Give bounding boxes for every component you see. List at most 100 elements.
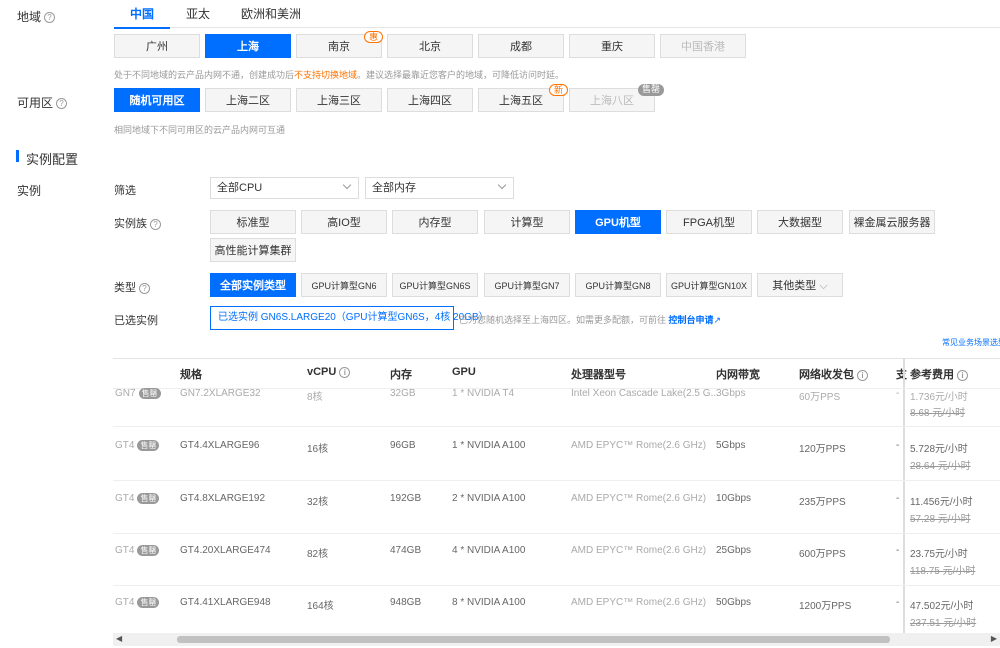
row-memory: 948GB xyxy=(390,597,422,608)
type-gn6s[interactable]: GPU计算型GN6S xyxy=(392,273,478,297)
row-vcpu: 164核 xyxy=(307,601,334,612)
horizontal-scrollbar[interactable]: ◀ ▶ xyxy=(113,633,1000,646)
city-beijing[interactable]: 北京 xyxy=(387,34,473,58)
zone-random[interactable]: 随机可用区 xyxy=(114,88,200,112)
row-price: 5.728元/小时 xyxy=(910,444,968,455)
selected-label: 已选实例 xyxy=(114,315,158,327)
region-note: 处于不同地域的云产品内网不通，创建成功后不支持切换地域。建议选择最靠近您客户的地… xyxy=(114,70,565,80)
row-gpu: 1 * NVIDIA A100 xyxy=(452,440,526,451)
row-processor: AMD EPYC™ Rome(2.6 GHz) xyxy=(571,545,707,556)
scroll-right-icon[interactable]: ▶ xyxy=(991,634,997,643)
row-vcpu: 82核 xyxy=(307,549,329,560)
scroll-left-icon[interactable]: ◀ xyxy=(116,634,122,643)
info-icon[interactable]: i xyxy=(339,366,351,378)
family-compute[interactable]: 计算型 xyxy=(484,210,570,234)
row-support: - xyxy=(896,545,900,556)
city-hongkong[interactable]: 中国香港 xyxy=(660,34,746,58)
info-icon[interactable]: i xyxy=(857,369,868,381)
type-gn7[interactable]: GPU计算型GN7 xyxy=(484,273,570,297)
row-gpu: 2 * NVIDIA A100 xyxy=(452,493,526,504)
city-guangzhou[interactable]: 广州 xyxy=(114,34,200,58)
row-bandwidth: 10Gbps xyxy=(716,493,752,504)
row-original-price: 118.75 元/小时 xyxy=(910,566,976,577)
city-chongqing[interactable]: 重庆 xyxy=(569,34,655,58)
row-price: 1.736元/小时 xyxy=(910,392,968,403)
type-other[interactable]: 其他类型 ⌵ xyxy=(757,273,843,297)
help-icon[interactable]: ? xyxy=(56,98,68,110)
header-vcpu: vCPU i xyxy=(307,366,351,378)
soldout-badge: 售罄 xyxy=(638,84,665,96)
console-apply-link[interactable]: 控制台申请 xyxy=(669,315,714,325)
help-icon[interactable]: ? xyxy=(150,218,161,230)
row-support: - xyxy=(896,440,900,451)
row-spec[interactable]: GT4.4XLARGE96 xyxy=(180,440,259,451)
tab-china[interactable]: 中国 xyxy=(114,0,170,29)
section-title: 实例配置 xyxy=(26,152,79,167)
section-marker xyxy=(16,150,19,162)
row-bandwidth: 3Gbps xyxy=(716,388,746,399)
memory-select[interactable]: 全部内存 xyxy=(365,177,514,199)
selected-instance-box: 已选实例 GN6S.LARGE20（GPU计算型GN6S，4核 20GB） xyxy=(210,306,489,330)
row-original-price: 28.64 元/小时 xyxy=(910,461,971,472)
help-icon[interactable]: ? xyxy=(139,282,150,294)
type-gn10x[interactable]: GPU计算型GN10X xyxy=(666,273,752,297)
type-all[interactable]: 全部实例类型 xyxy=(210,273,296,297)
info-icon[interactable]: i xyxy=(957,369,968,381)
row-processor: AMD EPYC™ Rome(2.6 GHz) xyxy=(571,493,707,504)
row-memory: 474GB xyxy=(390,545,422,556)
type-gn6[interactable]: GPU计算型GN6 xyxy=(301,273,387,297)
family-high-io[interactable]: 高IO型 xyxy=(301,210,387,234)
chevron-down-icon: ⌵ xyxy=(819,280,828,292)
family-gpu[interactable]: GPU机型 xyxy=(575,210,661,234)
region-tabs: 中国 亚太 欧洲和美洲 xyxy=(114,0,1000,29)
row-vcpu: 8核 xyxy=(307,392,323,403)
row-gpu: 8 * NVIDIA A100 xyxy=(452,597,526,608)
external-link-icon: ↗ xyxy=(713,315,722,325)
row-support: - xyxy=(896,597,900,608)
row-spec[interactable]: GN7.2XLARGE32 xyxy=(180,388,261,399)
cpu-select[interactable]: 全部CPU xyxy=(210,177,359,199)
filter-label: 筛选 xyxy=(114,185,136,197)
header-support: 支 xyxy=(896,369,907,381)
row-bandwidth: 50Gbps xyxy=(716,597,752,608)
fixed-column-divider xyxy=(903,358,905,633)
row-pps: 600万PPS xyxy=(799,549,846,560)
family-bigdata[interactable]: 大数据型 xyxy=(757,210,843,234)
selected-note: 已为您随机选择至上海四区。如需更多配额，可前往 控制台申请↗ xyxy=(459,315,722,325)
type-gn8[interactable]: GPU计算型GN8 xyxy=(575,273,661,297)
row-memory: 192GB xyxy=(390,493,422,504)
family-fpga[interactable]: FPGA机型 xyxy=(666,210,752,234)
family-standard[interactable]: 标准型 xyxy=(210,210,296,234)
zone-shanghai-4[interactable]: 上海四区 xyxy=(387,88,473,112)
row-memory: 96GB xyxy=(390,440,416,451)
row-gpu: 4 * NVIDIA A100 xyxy=(452,545,526,556)
header-bandwidth: 内网带宽 xyxy=(716,369,760,381)
family-baremetal[interactable]: 裸金属云服务器 xyxy=(849,210,935,234)
tab-asia-pacific[interactable]: 亚太 xyxy=(176,0,220,28)
family-hpc[interactable]: 高性能计算集群 xyxy=(210,238,296,262)
tab-europe-america[interactable]: 欧洲和美洲 xyxy=(240,0,302,28)
new-badge: 新 xyxy=(549,84,569,96)
row-divider xyxy=(113,480,1000,481)
row-price: 47.502元/小时 xyxy=(910,601,974,612)
row-processor: AMD EPYC™ Rome(2.6 GHz) xyxy=(571,597,707,608)
row-spec[interactable]: GT4.20XLARGE474 xyxy=(180,545,271,556)
row-pps: 1200万PPS xyxy=(799,601,852,612)
scrollbar-thumb[interactable] xyxy=(177,636,890,643)
zone-shanghai-3[interactable]: 上海三区 xyxy=(296,88,382,112)
header-gpu: GPU xyxy=(452,366,476,378)
row-vcpu: 16核 xyxy=(307,444,329,455)
faq-link[interactable]: 常见业务场景选型 xyxy=(942,337,1000,348)
city-chengdu[interactable]: 成都 xyxy=(478,34,564,58)
instance-label: 实例 xyxy=(17,184,42,198)
help-icon[interactable]: ? xyxy=(44,12,56,24)
zone-shanghai-2[interactable]: 上海二区 xyxy=(205,88,291,112)
row-original-price: 57.28 元/小时 xyxy=(910,514,971,525)
city-shanghai[interactable]: 上海 xyxy=(205,34,291,58)
zone-note: 相同地域下不同可用区的云产品内网可互通 xyxy=(114,125,286,135)
family-memory[interactable]: 内存型 xyxy=(392,210,478,234)
row-divider xyxy=(113,426,1000,427)
row-spec[interactable]: GT4.41XLARGE948 xyxy=(180,597,271,608)
discount-badge: 惠 xyxy=(364,31,384,43)
row-spec[interactable]: GT4.8XLARGE192 xyxy=(180,493,265,504)
